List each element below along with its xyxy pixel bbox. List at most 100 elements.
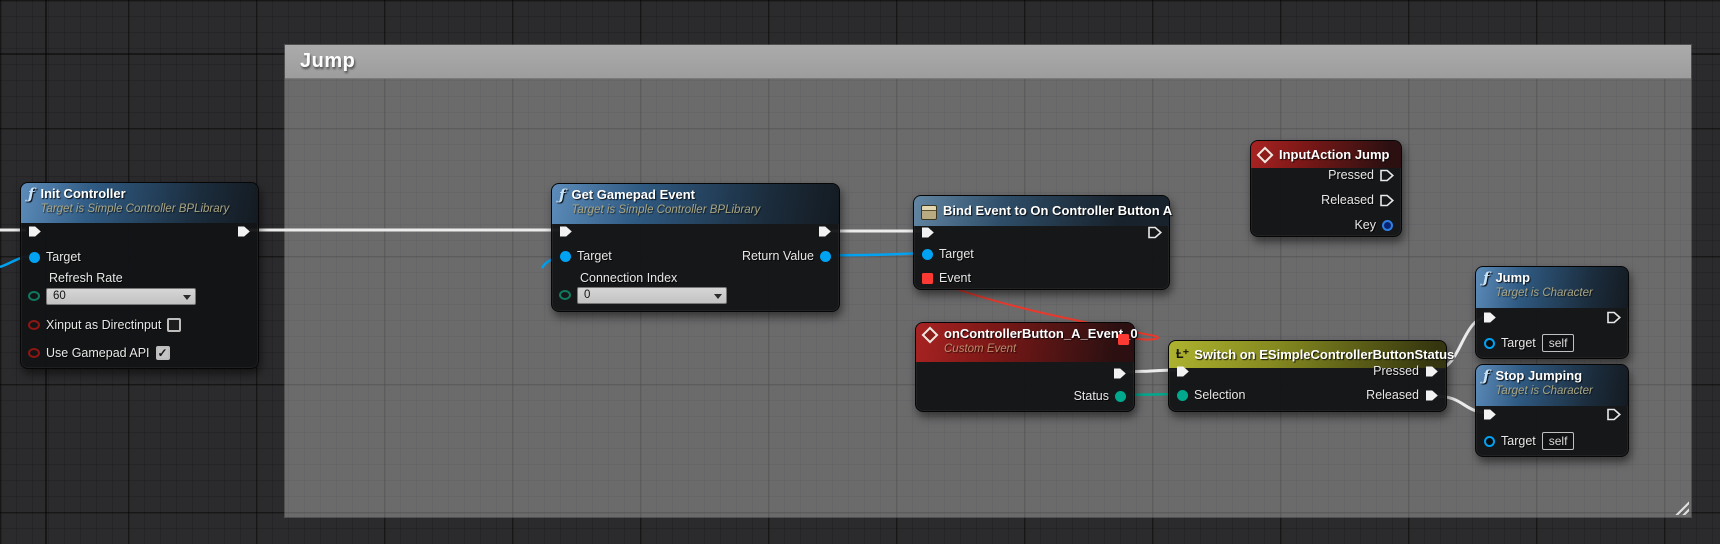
node-custom-event[interactable]: onControllerButton_A_Event_0 Custom Even… (915, 322, 1135, 412)
pin-label: Use Gamepad API (46, 346, 150, 360)
delegate-pin-icon (922, 273, 933, 284)
node-header[interactable]: Bind Event to On Controller Button A (914, 196, 1169, 226)
use-gamepad-checkbox[interactable]: ✓ (156, 346, 170, 360)
exec-arrow-icon (559, 225, 573, 238)
object-pin-icon (560, 251, 571, 262)
object-pin-icon (922, 249, 933, 260)
node-header[interactable]: onControllerButton_A_Event_0 Custom Even… (916, 323, 1134, 362)
node-switch-on-button-status[interactable]: Ƚ⁺ Switch on ESimpleControllerButtonStat… (1168, 340, 1447, 412)
exec-arrow-icon (237, 225, 251, 238)
bool-pin-icon (28, 348, 40, 358)
exec-arrow-icon (818, 225, 832, 238)
exec-arrow-icon (1113, 367, 1127, 380)
connection-index-dropdown[interactable]: 0 (577, 287, 727, 304)
event-diamond-icon (1257, 146, 1274, 163)
exec-out-pin[interactable] (1607, 307, 1621, 327)
node-subtitle: Target is Character (1495, 286, 1592, 300)
function-icon: ƒ (28, 186, 34, 202)
pressed-exec-out-pin[interactable]: Pressed (1373, 361, 1439, 381)
node-title: Get Gamepad Event (571, 187, 760, 203)
pressed-exec-out-pin[interactable]: Pressed (1328, 165, 1394, 185)
target-input-pin[interactable]: Target self (1484, 431, 1574, 451)
node-subtitle: Target is Character (1495, 384, 1592, 398)
exec-out-pin[interactable] (818, 221, 832, 241)
target-self-value[interactable]: self (1542, 432, 1575, 450)
comment-header[interactable]: Jump (285, 45, 1691, 79)
target-self-value[interactable]: self (1542, 334, 1575, 352)
node-get-gamepad-event[interactable]: ƒ Get Gamepad Event Target is Simple Con… (551, 183, 840, 312)
pin-label: Refresh Rate (49, 271, 123, 285)
pin-label: Selection (1194, 388, 1245, 402)
refresh-rate-pin-row[interactable]: 60 (28, 286, 248, 306)
node-title: Jump (1495, 270, 1592, 286)
bind-event-icon (921, 205, 937, 220)
pin-label: Key (1354, 218, 1376, 232)
xinput-pin-row[interactable]: Xinput as Directinput (28, 315, 181, 335)
target-input-pin[interactable]: Target (29, 247, 81, 267)
enum-pin-icon (1177, 390, 1188, 401)
delegate-output-pin[interactable] (1118, 334, 1129, 345)
xinput-checkbox[interactable] (167, 318, 181, 332)
node-bind-event[interactable]: Bind Event to On Controller Button A Tar… (913, 195, 1170, 290)
exec-in-pin[interactable] (1483, 307, 1497, 327)
node-title: Stop Jumping (1495, 368, 1592, 384)
return-value-pin[interactable]: Return Value (742, 246, 831, 266)
node-jump[interactable]: ƒ Jump Target is Character Target self (1475, 266, 1629, 359)
released-exec-out-pin[interactable]: Released (1366, 385, 1439, 405)
exec-out-pin[interactable] (1148, 222, 1162, 242)
node-subtitle: Target is Simple Controller BPLibrary (571, 203, 760, 217)
bool-pin-icon (28, 320, 40, 330)
exec-in-pin[interactable] (28, 221, 42, 241)
comment-resize-handle[interactable] (1673, 499, 1689, 515)
exec-in-pin[interactable] (921, 222, 935, 242)
released-exec-out-pin[interactable]: Released (1321, 190, 1394, 210)
target-input-pin[interactable]: Target self (1484, 333, 1574, 353)
pin-label: Target (1501, 336, 1536, 350)
exec-in-pin[interactable] (1176, 361, 1190, 381)
dropdown-caret-icon (714, 294, 722, 299)
pin-label: Pressed (1328, 168, 1374, 182)
node-header[interactable]: ƒ Stop Jumping Target is Character (1476, 365, 1628, 406)
exec-in-pin[interactable] (1483, 404, 1497, 424)
exec-arrow-icon (1607, 408, 1621, 421)
node-subtitle: Custom Event (944, 342, 1126, 356)
target-input-pin[interactable]: Target (922, 244, 974, 264)
refresh-rate-label-row: Refresh Rate (49, 268, 123, 288)
connection-index-pin-row[interactable]: 0 (559, 285, 789, 305)
key-struct-pin-icon (1382, 220, 1393, 231)
blueprint-graph-canvas[interactable]: Jump ƒ Init Controller Target is Simple … (0, 0, 1720, 544)
int-pin-icon (559, 290, 571, 300)
exec-arrow-icon (1380, 194, 1394, 207)
function-icon: ƒ (1483, 270, 1489, 286)
node-title: Init Controller (40, 186, 229, 202)
exec-out-pin[interactable] (237, 221, 251, 241)
exec-arrow-icon (28, 225, 42, 238)
status-output-pin[interactable]: Status (1074, 386, 1126, 406)
key-output-pin[interactable]: Key (1354, 215, 1393, 235)
node-header[interactable]: InputAction Jump (1251, 141, 1401, 168)
node-header[interactable]: ƒ Init Controller Target is Simple Contr… (21, 183, 258, 223)
exec-arrow-icon (1425, 389, 1439, 402)
node-header[interactable]: ƒ Jump Target is Character (1476, 267, 1628, 308)
event-input-pin[interactable]: Event (922, 268, 971, 288)
node-init-controller[interactable]: ƒ Init Controller Target is Simple Contr… (20, 182, 259, 369)
node-input-action-jump[interactable]: InputAction Jump Pressed Released Key (1250, 140, 1402, 237)
node-stop-jumping[interactable]: ƒ Stop Jumping Target is Character Targe… (1475, 364, 1629, 457)
object-pin-icon (29, 252, 40, 263)
event-diamond-icon (922, 327, 939, 344)
selection-input-pin[interactable]: Selection (1177, 385, 1245, 405)
use-gamepad-pin-row[interactable]: Use Gamepad API ✓ (28, 343, 170, 363)
exec-out-pin[interactable] (1113, 363, 1127, 383)
node-header[interactable]: ƒ Get Gamepad Event Target is Simple Con… (552, 184, 839, 224)
pin-label: Status (1074, 389, 1109, 403)
pin-label: Connection Index (580, 271, 677, 285)
int-pin-icon (28, 291, 40, 301)
target-input-pin[interactable]: Target (560, 246, 612, 266)
object-pin-icon (820, 251, 831, 262)
exec-out-pin[interactable] (1607, 404, 1621, 424)
pin-label: Released (1366, 388, 1419, 402)
exec-in-pin[interactable] (559, 221, 573, 241)
exec-arrow-icon (1148, 226, 1162, 239)
refresh-rate-dropdown[interactable]: 60 (46, 288, 196, 305)
pin-label: Xinput as Directinput (46, 318, 161, 332)
